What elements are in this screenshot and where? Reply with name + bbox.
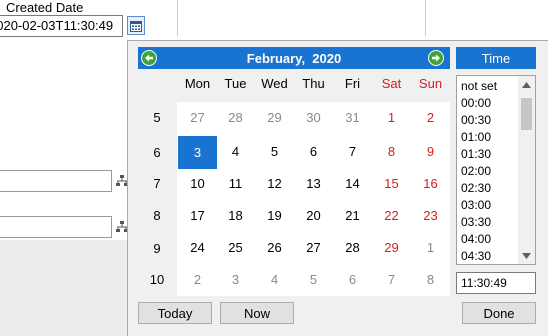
week-number: 6 [153, 145, 161, 160]
day-cell[interactable]: 5 [294, 264, 333, 296]
week-number: 10 [149, 272, 165, 287]
day-cell[interactable]: 5 [255, 136, 294, 168]
lookup-field[interactable] [0, 216, 112, 238]
done-button[interactable]: Done [462, 302, 536, 324]
day-cell[interactable]: 2 [411, 102, 450, 134]
day-cell[interactable]: 2 [178, 264, 217, 296]
week-number: 9 [153, 241, 161, 256]
day-cell[interactable]: 20 [294, 200, 333, 232]
day-cell[interactable]: 31 [333, 102, 372, 134]
time-option[interactable]: 00:30 [461, 112, 491, 129]
calendar-button[interactable] [127, 16, 145, 35]
weekday-header: Thu [302, 76, 325, 91]
time-option[interactable]: 00:00 [461, 95, 491, 112]
time-input[interactable]: 11:30:49 [456, 272, 536, 294]
day-cell[interactable]: 21 [333, 200, 372, 232]
time-option[interactable]: 02:00 [461, 163, 491, 180]
day-cell[interactable]: 24 [178, 232, 217, 264]
column-divider [177, 0, 178, 36]
day-cell[interactable]: 22 [372, 200, 411, 232]
week-number: 7 [153, 176, 161, 191]
day-cell[interactable]: 6 [333, 264, 372, 296]
column-divider [425, 0, 426, 36]
day-cell[interactable]: 1 [372, 102, 411, 134]
day-cell[interactable]: 19 [255, 200, 294, 232]
day-cell[interactable]: 26 [255, 232, 294, 264]
month-year-label: February, 2020 [246, 50, 342, 66]
day-cell[interactable]: 29 [255, 102, 294, 134]
day-cell[interactable]: 28 [216, 102, 255, 134]
time-list-scrollbar[interactable] [518, 76, 535, 264]
scroll-up-icon[interactable] [518, 76, 535, 93]
time-option[interactable]: 02:30 [461, 180, 491, 197]
day-cell[interactable]: 9 [411, 136, 450, 168]
day-cell[interactable]: 11 [216, 168, 255, 200]
day-cell[interactable]: 16 [411, 168, 450, 200]
now-button[interactable]: Now [220, 302, 294, 324]
week-number: 8 [153, 208, 161, 223]
arrow-right-icon [432, 54, 440, 62]
next-month-button[interactable] [428, 50, 444, 66]
time-option[interactable]: not set [461, 78, 497, 95]
time-option[interactable]: 01:00 [461, 129, 491, 146]
day-cell[interactable]: 3 [216, 264, 255, 296]
lookup-field[interactable] [0, 170, 112, 192]
time-list[interactable]: not set 00:00 00:30 01:00 01:30 02:00 02… [456, 75, 536, 265]
day-cell[interactable]: 4 [216, 136, 255, 168]
day-cell[interactable]: 13 [294, 168, 333, 200]
weekday-header: Tue [224, 76, 247, 91]
day-cell[interactable]: 15 [372, 168, 411, 200]
weekday-header: Mon [184, 76, 211, 91]
day-cell[interactable]: 29 [372, 232, 411, 264]
day-cell[interactable]: 18 [216, 200, 255, 232]
scrollbar-thumb[interactable] [521, 98, 532, 130]
created-date-label: Created Date [6, 0, 84, 15]
time-option[interactable]: 04:00 [461, 231, 491, 248]
week-number: 5 [153, 110, 161, 125]
day-cell[interactable]: 30 [294, 102, 333, 134]
time-option[interactable]: 03:30 [461, 214, 491, 231]
day-cell[interactable]: 10 [178, 168, 217, 200]
day-cell-selected[interactable]: 3 [178, 136, 217, 169]
created-date-value: 2020-02-03T11:30:49 [0, 18, 114, 33]
day-cell[interactable]: 7 [372, 264, 411, 296]
day-cell[interactable]: 1 [411, 232, 450, 264]
time-option[interactable]: 03:00 [461, 197, 491, 214]
day-cell[interactable]: 7 [333, 136, 372, 168]
day-cell[interactable]: 23 [411, 200, 450, 232]
day-cell[interactable]: 4 [255, 264, 294, 296]
day-cell[interactable]: 17 [178, 200, 217, 232]
day-cell[interactable]: 8 [411, 264, 450, 296]
weekday-header: Fri [344, 76, 361, 91]
day-cell[interactable]: 6 [294, 136, 333, 168]
time-option[interactable]: 01:30 [461, 146, 491, 163]
time-header: Time [456, 47, 536, 69]
created-date-input[interactable]: 2020-02-03T11:30:49 [0, 15, 123, 37]
today-button[interactable]: Today [138, 302, 212, 324]
weekday-header: Wed [261, 76, 288, 91]
scroll-down-icon[interactable] [518, 247, 535, 264]
calendar-header: February, 2020 [138, 47, 450, 69]
prev-month-button[interactable] [141, 50, 157, 66]
weekday-header: Sat [381, 76, 402, 91]
day-cell[interactable]: 14 [333, 168, 372, 200]
day-cell[interactable]: 25 [216, 232, 255, 264]
calendar-icon [130, 20, 142, 32]
time-option[interactable]: 04:30 [461, 248, 491, 263]
day-cell[interactable]: 12 [255, 168, 294, 200]
day-cell[interactable]: 27 [294, 232, 333, 264]
weekday-header: Sun [418, 76, 443, 91]
day-cell[interactable]: 8 [372, 136, 411, 168]
day-cell[interactable]: 27 [178, 102, 217, 134]
day-cell[interactable]: 28 [333, 232, 372, 264]
arrow-left-icon [145, 54, 153, 62]
